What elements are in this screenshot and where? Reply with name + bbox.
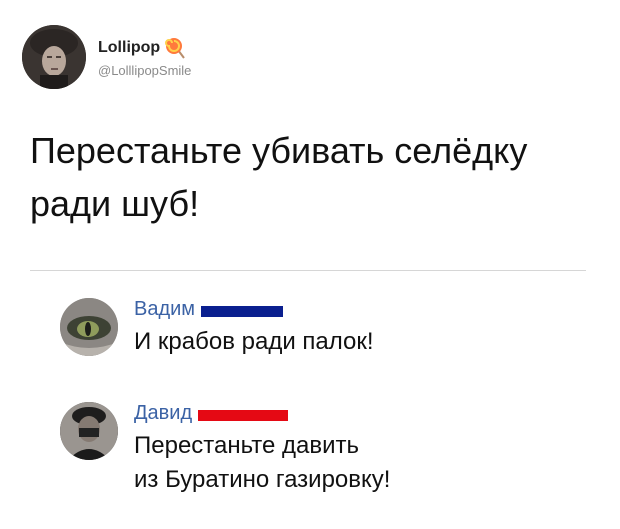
author-handle[interactable]: @LolllipopSmile <box>98 63 191 78</box>
comment-item: Давид Перестаньте давить из Буратино газ… <box>60 402 390 497</box>
color-bar <box>198 410 289 421</box>
tweet-author: Lollipop @LolllipopSmile <box>22 25 191 89</box>
commenter-avatar[interactable] <box>60 298 118 356</box>
color-bar <box>201 306 284 317</box>
tweet-text: Перестаньте убивать селёдку ради шуб! <box>30 130 528 224</box>
commenter-name[interactable]: Вадим <box>134 298 195 321</box>
commenter-avatar[interactable] <box>60 402 118 460</box>
divider <box>30 270 586 271</box>
author-avatar[interactable] <box>22 25 86 89</box>
commenter-name[interactable]: Давид <box>134 402 192 425</box>
comment-item: Вадим И крабов ради палок! <box>60 298 374 359</box>
author-name[interactable]: Lollipop <box>98 39 160 57</box>
lollipop-icon <box>164 37 186 59</box>
comment-text: И крабов ради палок! <box>134 328 374 355</box>
comment-text: Перестаньте давить из Буратино газировку… <box>134 432 391 493</box>
